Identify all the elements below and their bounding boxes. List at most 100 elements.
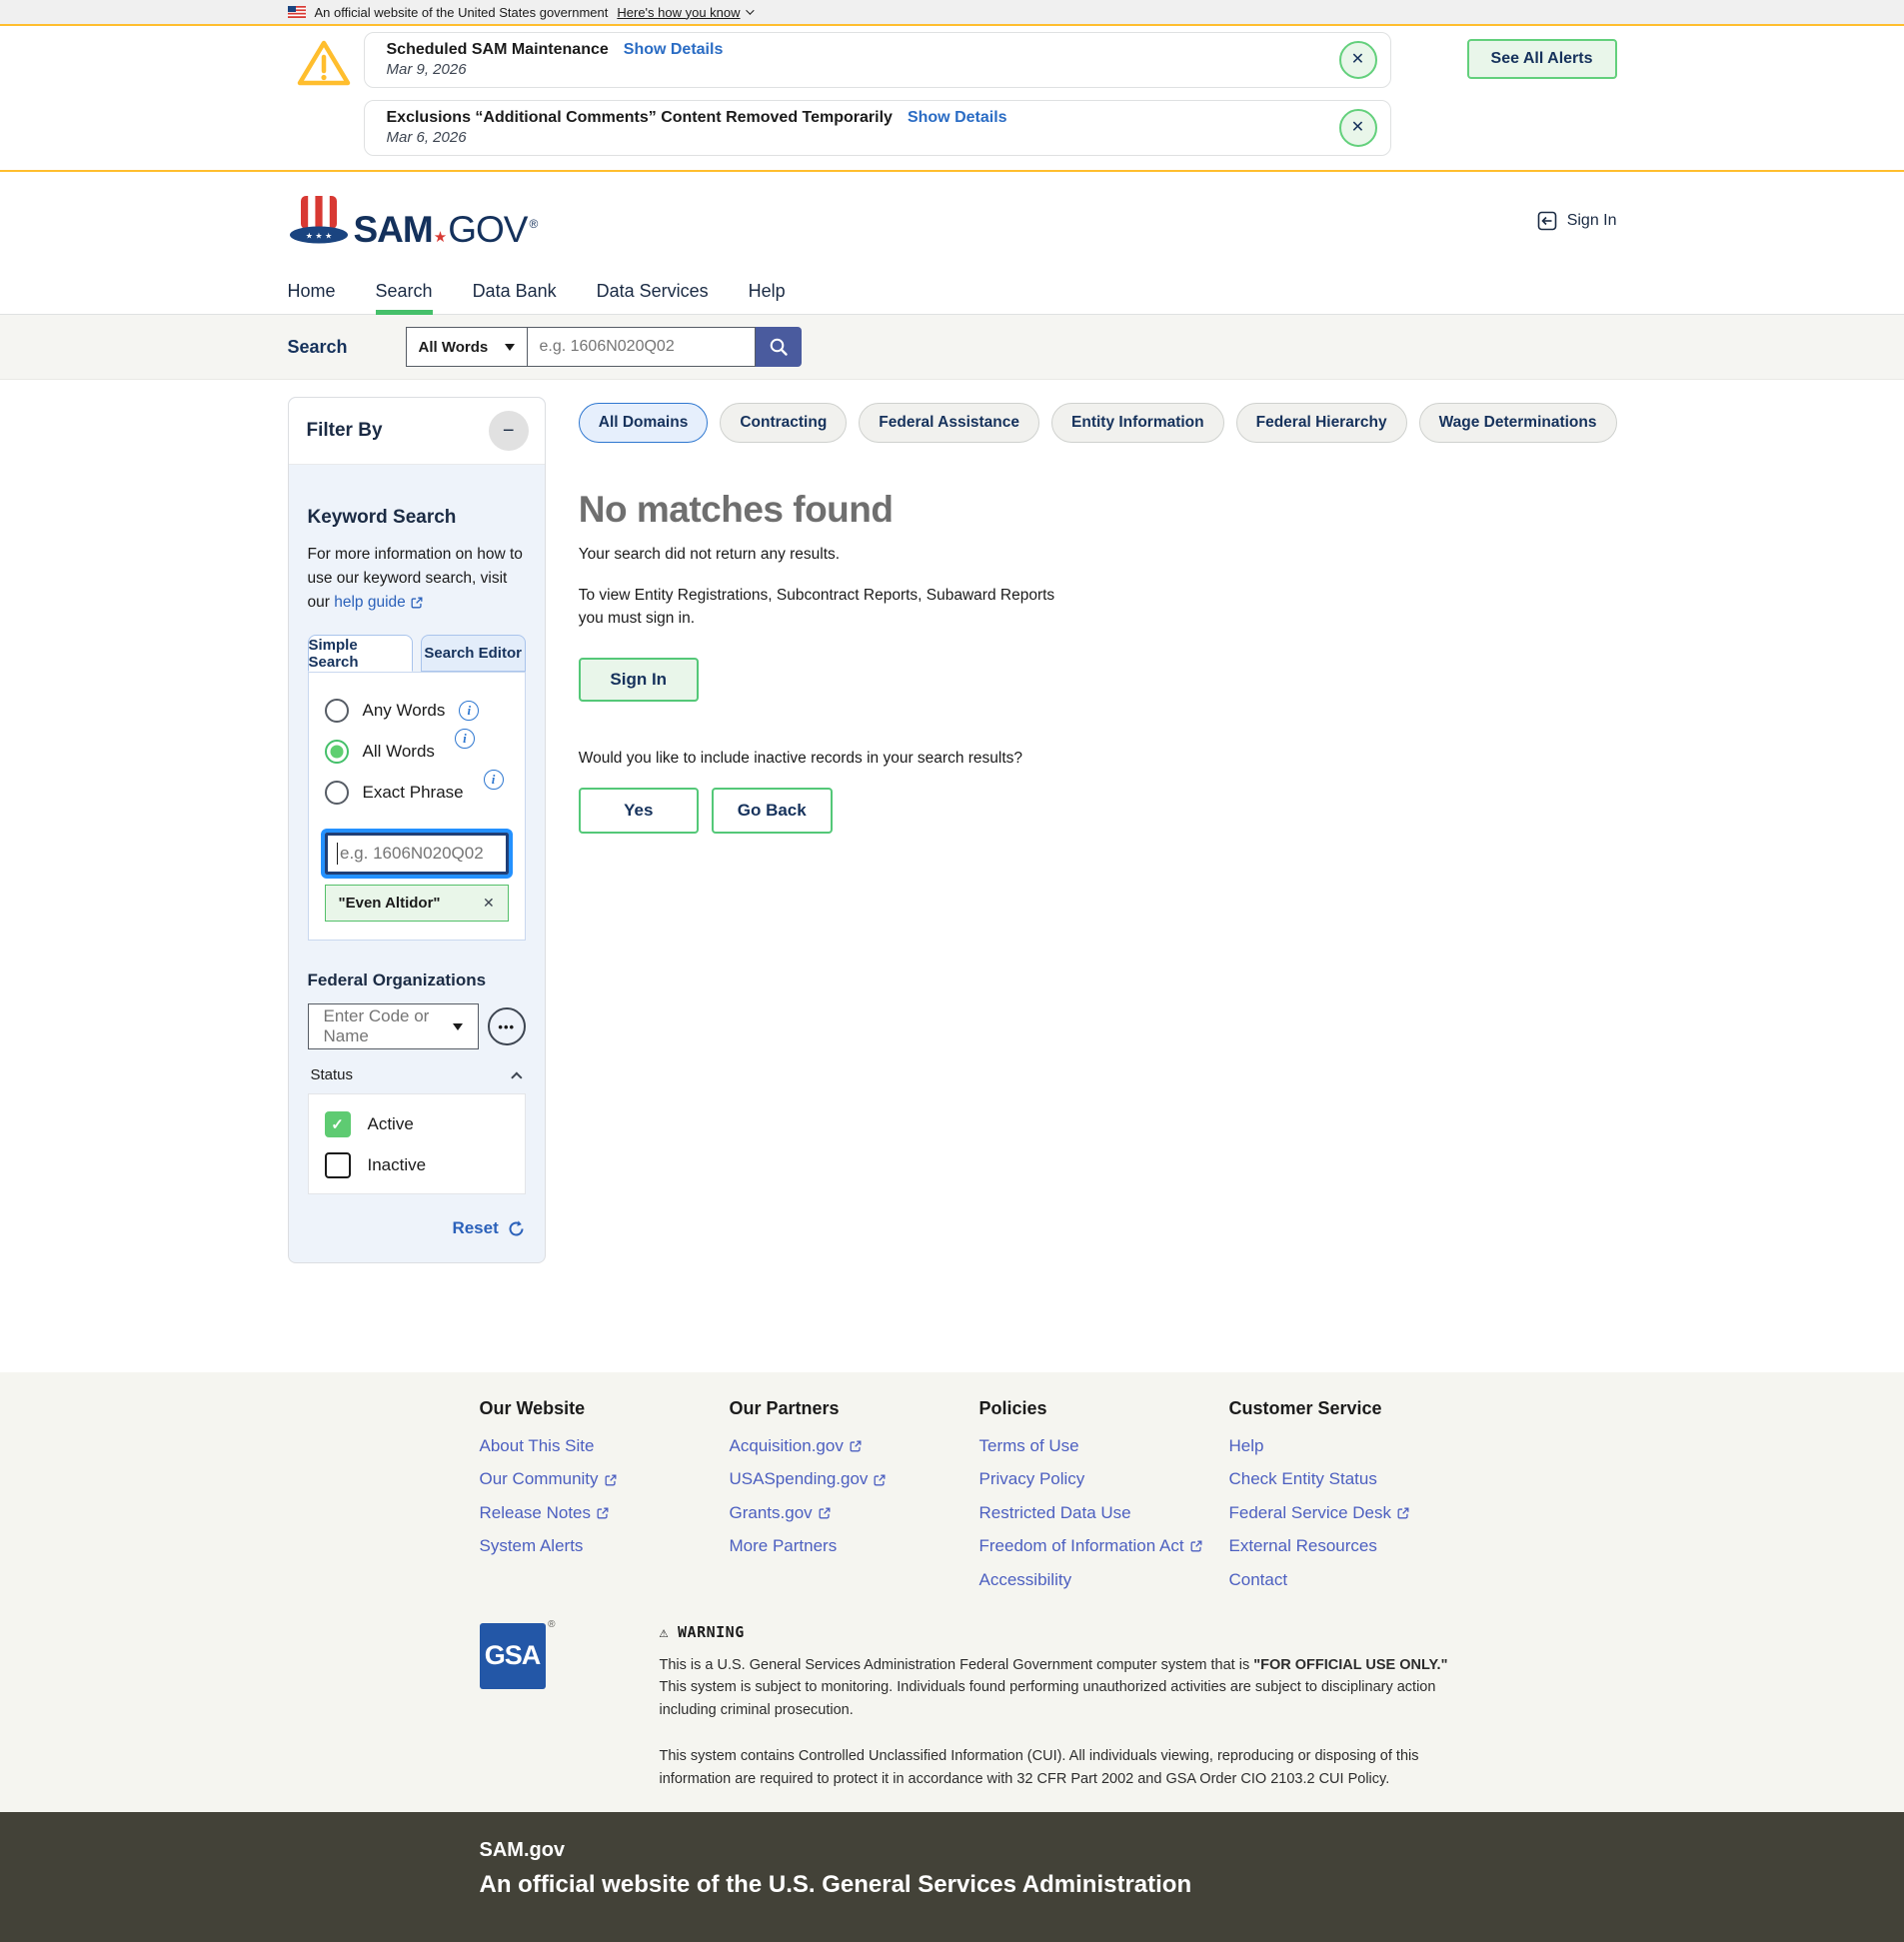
gov-banner: An official website of the United States… [0,0,1904,26]
results-area: All Domains Contracting Federal Assistan… [579,397,1617,834]
chevron-up-icon [511,1071,522,1082]
search-mode-select[interactable]: All Words [406,327,528,367]
alert-close-button[interactable]: ✕ [1339,41,1377,79]
status-box: ✓ Active Inactive [308,1093,526,1194]
info-icon[interactable]: i [455,729,475,749]
logo-star-icon: ★ [434,230,447,245]
search-submit-button[interactable] [756,327,802,367]
checkbox-active-label: Active [368,1114,414,1134]
footer-link-check-entity-status[interactable]: Check Entity Status [1229,1469,1479,1489]
search-strip: Search All Words [0,315,1904,380]
sign-in-button[interactable]: Sign In [579,658,699,702]
checkbox-inactive-label: Inactive [368,1155,427,1175]
close-icon: ✕ [1351,120,1364,136]
radio-any-words[interactable] [325,699,349,723]
footer-link-restricted-data-use[interactable]: Restricted Data Use [979,1503,1229,1523]
domain-tab-entity-information[interactable]: Entity Information [1051,403,1224,443]
svg-text:★ ★ ★: ★ ★ ★ [305,232,332,241]
top-search-input[interactable] [528,327,756,367]
radio-exact-phrase[interactable] [325,781,349,805]
alert-show-details-link[interactable]: Show Details [624,41,724,59]
header-sign-in-link[interactable]: Sign In [1536,210,1617,232]
footer-link-usaspending-gov[interactable]: USASpending.gov [730,1469,979,1489]
remove-tag-icon[interactable]: ✕ [483,895,495,912]
radio-all-words[interactable] [325,740,349,764]
footer-link-contact[interactable]: Contact [1229,1570,1479,1590]
federal-organizations-select[interactable]: Enter Code or Name [308,1003,479,1049]
keyword-input[interactable]: e.g. 1606N020Q02 [325,833,509,875]
alert-close-button[interactable]: ✕ [1339,109,1377,147]
nav-item-search[interactable]: Search [376,281,433,314]
external-link-icon [873,1473,887,1487]
chevron-down-icon [746,6,754,14]
dark-footer: SAM.gov An official website of the U.S. … [0,1812,1904,1942]
go-back-button[interactable]: Go Back [712,788,833,834]
site-header: ★ ★ ★ SAM ★ GOV ® Sign In [0,172,1904,272]
footer-link-more-partners[interactable]: More Partners [730,1536,979,1556]
help-guide-link[interactable]: help guide [334,591,424,615]
radio-exact-phrase-label: Exact Phrase [363,783,464,803]
tab-search-editor[interactable]: Search Editor [421,635,526,672]
primary-nav: Home Search Data Bank Data Services Help [0,272,1904,315]
warning-triangle-icon: ⚠ [660,1623,670,1641]
warning-triangle-icon [296,38,352,88]
footer-link-acquisition-gov[interactable]: Acquisition.gov [730,1436,979,1456]
reset-filters-link[interactable]: Reset [452,1218,498,1238]
footer-link-accessibility[interactable]: Accessibility [979,1570,1229,1590]
sam-gov-logo[interactable]: ★ ★ ★ SAM ★ GOV ® [288,194,539,248]
domain-tab-contracting[interactable]: Contracting [720,403,847,443]
footer-link-about-this-site[interactable]: About This Site [480,1436,730,1456]
footer-link-foia[interactable]: Freedom of Information Act [979,1536,1229,1556]
domain-tab-federal-hierarchy[interactable]: Federal Hierarchy [1236,403,1407,443]
footer-link-grants-gov[interactable]: Grants.gov [730,1503,979,1523]
no-results-message: Your search did not return any results. [579,546,1617,564]
footer-link-system-alerts[interactable]: System Alerts [480,1536,730,1556]
footer-link-help[interactable]: Help [1229,1436,1479,1456]
nav-item-help[interactable]: Help [749,281,786,314]
alert-title: Scheduled SAM Maintenance [387,41,609,59]
close-icon: ✕ [1351,52,1364,68]
tab-simple-search[interactable]: Simple Search [308,635,413,672]
logo-sam-text: SAM [354,211,433,248]
federal-organizations-heading: Federal Organizations [308,971,526,990]
footer-link-external-resources[interactable]: External Resources [1229,1536,1479,1556]
minus-icon: − [503,420,515,443]
checkbox-active[interactable]: ✓ [325,1111,351,1137]
alert-show-details-link[interactable]: Show Details [908,109,1007,127]
domain-tab-wage-determinations[interactable]: Wage Determinations [1419,403,1617,443]
domain-tab-all-domains[interactable]: All Domains [579,403,709,443]
yes-button[interactable]: Yes [579,788,699,834]
footer-heading-customer-service: Customer Service [1229,1398,1479,1419]
nav-item-home[interactable]: Home [288,281,336,314]
collapse-filters-button[interactable]: − [489,411,529,451]
alert-date: Mar 6, 2026 [387,129,1320,146]
external-link-icon [604,1473,618,1487]
nav-item-data-services[interactable]: Data Services [597,281,709,314]
more-options-button[interactable]: ••• [488,1007,526,1045]
checkbox-inactive[interactable] [325,1152,351,1178]
footer-link-release-notes[interactable]: Release Notes [480,1503,730,1523]
status-section-toggle[interactable]: Status [308,1066,526,1083]
filter-panel: Filter By − Keyword Search For more info… [288,397,546,1263]
warning-paragraph-1: This is a U.S. General Services Administ… [660,1654,1451,1721]
warning-paragraph-2: This system contains Controlled Unclassi… [660,1745,1451,1790]
info-icon[interactable]: i [459,701,479,721]
footer-heading-our-website: Our Website [480,1398,730,1419]
search-label: Search [288,337,406,358]
simple-search-box: Any Words i All Words i Exact Phrase i [308,672,526,941]
footer-link-federal-service-desk[interactable]: Federal Service Desk [1229,1503,1479,1523]
how-you-know-link[interactable]: Here's how you know [617,5,751,20]
footer-link-privacy-policy[interactable]: Privacy Policy [979,1469,1229,1489]
radio-all-words-label: All Words [363,742,435,762]
nav-item-data-bank[interactable]: Data Bank [473,281,557,314]
see-all-alerts-button[interactable]: See All Alerts [1467,39,1617,79]
no-matches-heading: No matches found [579,489,1617,531]
info-icon[interactable]: i [484,770,504,790]
footer-link-our-community[interactable]: Our Community [480,1469,730,1489]
external-link-icon [849,1439,863,1453]
external-link-icon [1396,1506,1410,1520]
domain-tab-federal-assistance[interactable]: Federal Assistance [859,403,1039,443]
footer-link-terms-of-use[interactable]: Terms of Use [979,1436,1229,1456]
gsa-registered-mark: ® [548,1619,555,1630]
logo-gov-text: GOV [448,211,527,248]
